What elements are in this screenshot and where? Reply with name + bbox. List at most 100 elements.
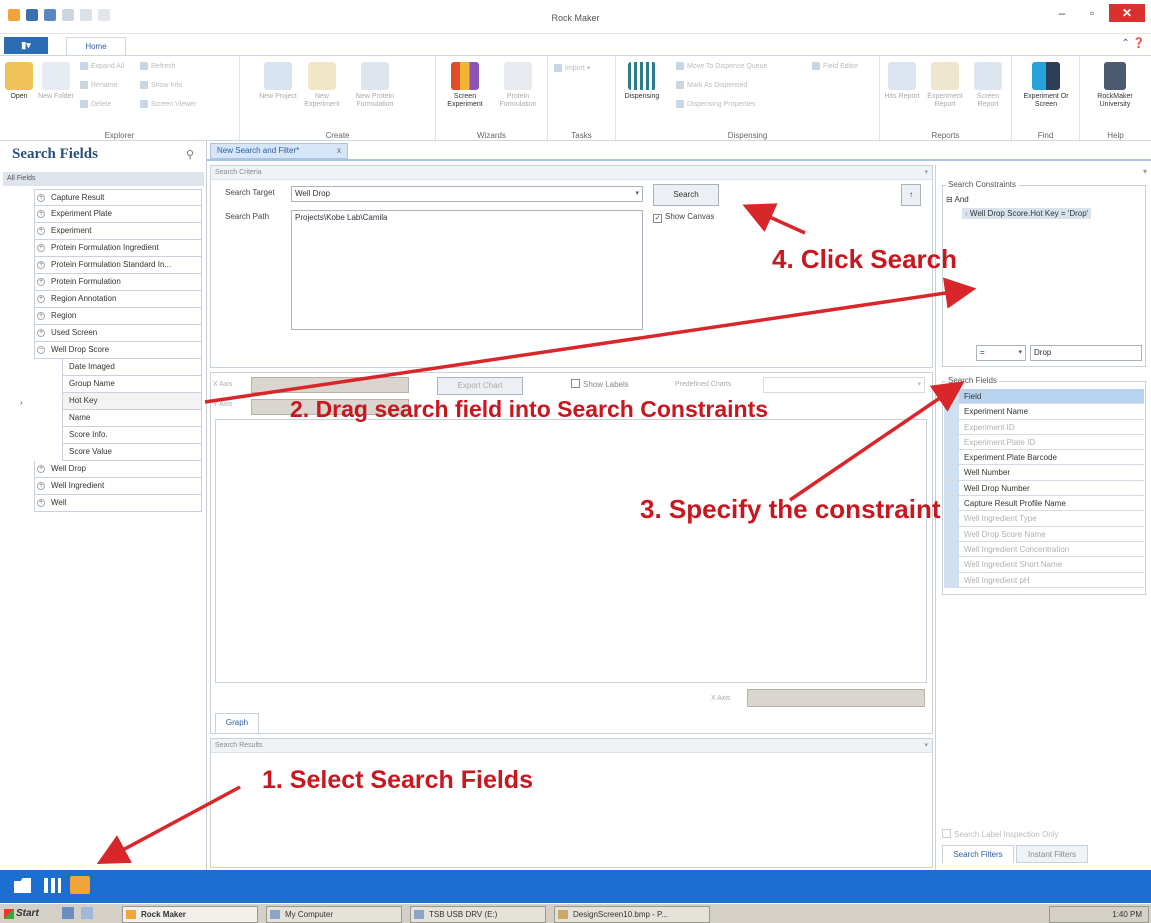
taskbar-item-rock-maker[interactable]: Rock Maker — [122, 906, 258, 923]
tree-item[interactable]: + Capture Result — [34, 189, 202, 206]
close-tab-icon[interactable]: x — [337, 144, 341, 158]
tree-item[interactable]: + Region — [34, 308, 202, 325]
import-button[interactable]: Import ▾ — [554, 64, 590, 73]
tree-child-item[interactable]: Score Value — [62, 444, 202, 461]
tree-item[interactable]: + Experiment — [34, 223, 202, 240]
show-canvas-checkbox[interactable]: ✓ Show Canvas — [653, 212, 714, 223]
tab-home[interactable]: Home — [66, 37, 126, 55]
pin-icon[interactable]: ⚲ — [186, 148, 194, 161]
expand-icon[interactable]: + — [37, 295, 45, 303]
tree-item[interactable]: + Protein Formulation — [34, 274, 202, 291]
search-target-select[interactable]: Well Drop ▾ — [291, 186, 643, 202]
start-button[interactable]: Start — [2, 906, 54, 923]
list-item[interactable]: Experiment Plate Barcode — [944, 450, 1144, 466]
new-folder-button[interactable]: New Folder — [38, 62, 74, 101]
tree-child-item-hot-key[interactable]: Hot Key — [62, 393, 202, 410]
collapse-icon[interactable]: ⊟ — [946, 195, 953, 204]
list-item[interactable]: Well Ingredient pH — [944, 572, 1144, 588]
list-item[interactable]: Capture Result Profile Name — [944, 496, 1144, 512]
dispensing-properties-button[interactable]: Dispensing Properties — [676, 100, 755, 108]
expand-icon[interactable]: + — [37, 227, 45, 235]
restore-button[interactable]: ▫ — [1079, 4, 1105, 22]
screen-report-button[interactable]: Screen Report — [968, 62, 1008, 109]
constraint-item[interactable]: › Well Drop Score.Hot Key = 'Drop' — [962, 208, 1092, 219]
search-icon[interactable] — [70, 876, 90, 894]
hits-report-button[interactable]: Hits Report — [882, 62, 922, 101]
list-item[interactable]: Experiment Plate ID — [944, 434, 1144, 451]
show-info-button[interactable]: Show Info — [140, 81, 182, 89]
expand-all-button[interactable]: Expand All — [80, 62, 124, 70]
field-editor-button[interactable]: Field Editor — [812, 62, 858, 70]
expand-icon[interactable]: + — [37, 194, 45, 202]
list-item[interactable]: Well Drop Number — [944, 480, 1144, 497]
new-protein-formulation-button[interactable]: New Protein Formulation — [350, 62, 400, 109]
dispensing-button[interactable]: Dispensing — [620, 62, 664, 101]
close-button[interactable]: ✕ — [1109, 4, 1145, 22]
list-item[interactable]: Experiment Name — [944, 404, 1144, 420]
panel-close-icon[interactable]: ▾ — [924, 166, 928, 180]
search-button[interactable]: Search — [653, 184, 719, 206]
expand-icon[interactable]: + — [37, 244, 45, 252]
list-item[interactable]: Well Number — [944, 465, 1144, 481]
move-to-dispense-queue-button[interactable]: Move To Dispense Queue — [676, 62, 767, 70]
rename-button[interactable]: Rename — [80, 81, 117, 89]
dispensing-icon[interactable] — [44, 878, 61, 893]
protein-formulation-button[interactable]: Protein Formulation — [494, 62, 542, 109]
tree-child-item[interactable]: Group Name — [62, 376, 202, 393]
constraint-value-input[interactable]: Drop — [1030, 345, 1142, 361]
screen-experiment-button[interactable]: Screen Experiment — [442, 62, 488, 109]
tab-search-filters[interactable]: Search Filters — [942, 845, 1014, 863]
file-tab[interactable]: ▮▾ — [4, 37, 48, 54]
expand-icon[interactable]: + — [37, 210, 45, 218]
collapse-icon[interactable]: − — [37, 346, 45, 354]
export-chart-button[interactable]: Export Chart — [437, 377, 523, 395]
tree-item[interactable]: + Well — [34, 495, 202, 512]
list-item[interactable]: Well Drop Score Name — [944, 526, 1144, 542]
experiment-or-screen-button[interactable]: Experiment Or Screen — [1016, 62, 1076, 109]
help-icon[interactable]: ⌃ ❓ — [1121, 38, 1145, 49]
tree-item[interactable]: + Region Annotation — [34, 291, 202, 308]
folder-icon[interactable] — [14, 878, 31, 893]
desktop-icon[interactable] — [80, 907, 93, 919]
expand-icon[interactable]: + — [37, 499, 45, 507]
expand-icon[interactable]: + — [37, 465, 45, 473]
delete-button[interactable]: Delete — [80, 100, 111, 108]
tree-item-expanded[interactable]: − Well Drop Score — [34, 342, 202, 359]
expand-icon[interactable]: + — [37, 261, 45, 269]
taskbar-item-paint[interactable]: DesignScreen10.bmp - P... — [554, 906, 710, 923]
new-project-button[interactable]: New Project — [258, 62, 298, 101]
expand-icon[interactable]: + — [37, 482, 45, 490]
search-path-input[interactable]: Projects\Kobe Lab\Camila — [291, 210, 643, 330]
show-labels-checkbox[interactable]: Show Labels — [571, 379, 629, 389]
tree-item[interactable]: + Protein Formulation Standard In... — [34, 257, 202, 274]
list-item[interactable]: Well Ingredient Short Name — [944, 557, 1144, 573]
expand-icon[interactable]: + — [37, 312, 45, 320]
document-tab[interactable]: New Search and Filter* x — [210, 143, 348, 159]
tree-item[interactable]: + Experiment Plate — [34, 206, 202, 223]
upload-icon[interactable]: ↑ — [901, 184, 921, 206]
expand-icon[interactable]: + — [37, 329, 45, 337]
mark-as-dispensed-button[interactable]: Mark As Dispensed — [676, 81, 747, 89]
tree-child-item[interactable]: Date Imaged — [62, 359, 202, 376]
tab-instant-filters[interactable]: Instant Filters — [1016, 845, 1088, 863]
new-experiment-button[interactable]: New Experiment — [302, 62, 342, 109]
expand-icon[interactable]: + — [37, 278, 45, 286]
tree-item[interactable]: + Used Screen — [34, 325, 202, 342]
tree-item[interactable]: + Well Ingredient — [34, 478, 202, 495]
tree-item[interactable]: + Protein Formulation Ingredient — [34, 240, 202, 257]
tab-graph[interactable]: Graph — [215, 713, 259, 733]
experiment-report-button[interactable]: Experiment Report — [924, 62, 966, 109]
rockmaker-university-button[interactable]: RockMaker University — [1086, 62, 1144, 109]
list-item[interactable]: Experiment ID — [944, 419, 1144, 435]
list-item[interactable]: Well Ingredient Type — [944, 511, 1144, 527]
taskbar-item-usb[interactable]: TSB USB DRV (E:) — [410, 906, 546, 923]
x-axis-select[interactable] — [251, 377, 409, 393]
panel-close-icon[interactable]: ▾ — [924, 739, 928, 753]
tree-child-item[interactable]: Name — [62, 410, 202, 427]
predefined-charts-select[interactable]: ▾ — [763, 377, 925, 393]
refresh-button[interactable]: Refresh — [140, 62, 176, 70]
list-item[interactable]: Well Ingredient Concentration — [944, 541, 1144, 558]
pane-collapse-icon[interactable]: ▾ — [1143, 167, 1147, 176]
taskbar-item-my-computer[interactable]: My Computer — [266, 906, 402, 923]
open-button[interactable]: Open — [2, 62, 36, 101]
